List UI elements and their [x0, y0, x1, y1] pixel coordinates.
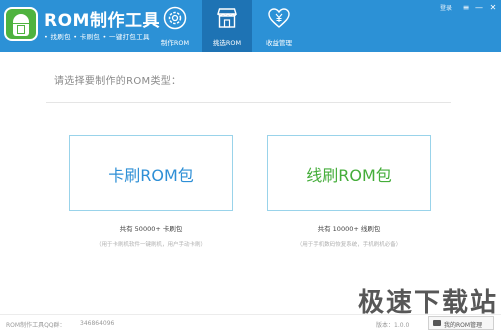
tab-revenue[interactable]: 收益管理 — [254, 0, 304, 52]
card-flash-count: 共有 50000+ 卡刷包 — [119, 225, 183, 233]
divider — [46, 102, 451, 103]
gear-icon — [163, 6, 187, 30]
qq-group-label: ROM制作工具QQ群： — [6, 322, 66, 329]
minimize-button[interactable]: — — [473, 2, 485, 14]
my-rom-manage-button[interactable]: 我的ROM管理 — [428, 316, 494, 330]
qq-group-number: 346864096 — [80, 320, 115, 327]
footer-divider — [0, 314, 501, 315]
app-logo-icon — [4, 7, 38, 41]
line-flash-count: 共有 10000+ 线刷包 — [317, 225, 381, 233]
menu-icon[interactable]: ≡ — [460, 2, 472, 14]
close-button[interactable]: ✕ — [487, 2, 499, 14]
store-icon — [217, 8, 237, 28]
line-flash-hint: （用于手机数码恢复系统，手机刷机必备） — [296, 242, 402, 248]
app-subtitle: • 找刷包 • 卡刷包 • 一键打包工具 — [44, 33, 150, 41]
card-flash-rom-button[interactable]: 卡刷ROM包 — [69, 135, 233, 211]
tab-label: 挑选ROM — [212, 39, 242, 47]
folder-icon — [433, 320, 441, 326]
card-flash-rom-label: 卡刷ROM包 — [108, 166, 194, 185]
card-flash-hint: （用于卡刷机软件一键刷机，用户手动卡刷） — [95, 242, 206, 248]
my-rom-manage-label: 我的ROM管理 — [444, 322, 483, 329]
tab-label: 制作ROM — [160, 39, 190, 47]
login-link[interactable]: 登录 — [440, 3, 452, 12]
line-flash-rom-label: 线刷ROM包 — [306, 166, 392, 185]
title-bar: ROM制作工具 • 找刷包 • 卡刷包 • 一键打包工具 制作ROM 挑选ROM… — [0, 0, 501, 52]
app-title: ROM制作工具 — [44, 11, 160, 31]
heart-yen-icon — [268, 8, 290, 28]
tab-label: 收益管理 — [266, 39, 292, 47]
tab-make-rom[interactable]: 制作ROM — [150, 0, 200, 52]
rom-type-prompt: 请选择要制作的ROM类型： — [54, 76, 182, 87]
line-flash-rom-button[interactable]: 线刷ROM包 — [267, 135, 431, 211]
tab-pick-rom[interactable]: 挑选ROM — [202, 0, 252, 52]
version-label: 版本：1.0.0 — [376, 322, 410, 329]
